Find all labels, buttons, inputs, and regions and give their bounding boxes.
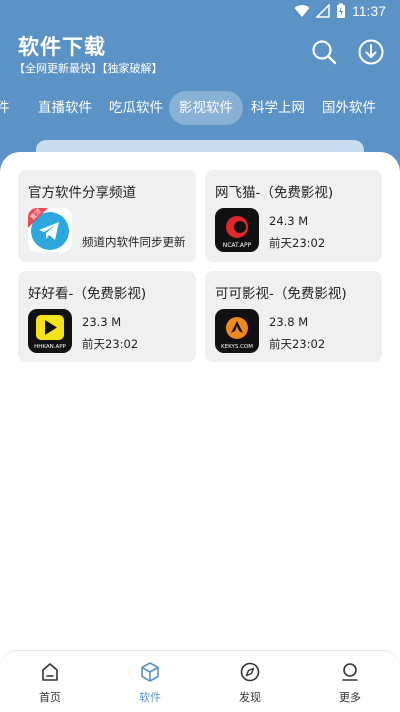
svg-text:KEKYS.COM: KEKYS.COM — [221, 344, 253, 350]
card-channel[interactable]: 官方软件分享频道 置顶 频道内软件同步更新 — [18, 170, 196, 262]
download-button[interactable] — [357, 38, 385, 66]
svg-text:NCAT.APP: NCAT.APP — [223, 242, 252, 249]
signal-icon — [316, 4, 330, 18]
bottom-navigation: 首页 软件 发现 更多 — [0, 650, 400, 712]
home-icon — [42, 663, 58, 681]
search-button[interactable] — [310, 38, 338, 66]
card-app[interactable]: 网飞猫-（免费影视) NCAT.APP 24.3 M 前天23:02 — [205, 170, 382, 262]
tab-video[interactable]: 影视软件 — [169, 91, 243, 125]
ncat-app-icon: NCAT.APP — [215, 208, 259, 252]
card-title: 官方软件分享频道 — [28, 185, 136, 201]
nav-label: 首页 — [39, 691, 61, 704]
cube-icon — [141, 662, 159, 682]
user-icon — [342, 663, 358, 681]
card-app[interactable]: 好好看-（免费影视) HHKAN.APP 23.3 M 前天23:02 — [18, 271, 196, 362]
battery-icon — [337, 3, 345, 18]
app-date: 前天23:02 — [269, 337, 326, 351]
card-title: 可可影视-（免费影视) — [215, 286, 347, 302]
tab-live[interactable]: 直播软件 — [28, 91, 102, 125]
page-title: 软件下载 — [18, 35, 106, 59]
page-subtitle: 【全网更新最快】【独家破解】 — [14, 62, 163, 75]
compass-icon — [240, 662, 260, 682]
search-icon — [312, 40, 337, 65]
nav-software[interactable]: 软件 — [120, 661, 180, 705]
nav-discover[interactable]: 发现 — [220, 661, 280, 705]
tab-vpn[interactable]: 科学上网 — [241, 91, 315, 125]
card-description: 频道内软件同步更新 — [82, 235, 186, 249]
app-date: 前天23:02 — [269, 236, 326, 250]
nav-label: 软件 — [139, 691, 161, 704]
nav-home[interactable]: 首页 — [20, 661, 80, 705]
status-bar: 11:37 — [0, 0, 400, 24]
nav-label: 更多 — [339, 691, 361, 704]
app-date: 前天23:02 — [82, 337, 139, 351]
nav-label: 发现 — [239, 691, 261, 704]
app-size: 23.3 M — [82, 315, 122, 329]
tab-gossip[interactable]: 吃瓜软件 — [99, 91, 173, 125]
status-time: 11:37 — [352, 3, 386, 19]
card-app[interactable]: 可可影视-（免费影视) KEKYS.COM 23.8 M 前天23:02 — [205, 271, 382, 362]
tab-partial[interactable]: 件 — [0, 91, 20, 125]
download-icon — [358, 39, 384, 65]
kekys-app-icon: KEKYS.COM — [215, 309, 259, 353]
card-title: 好好看-（免费影视) — [28, 286, 147, 302]
app-size: 24.3 M — [269, 214, 309, 228]
hhkan-app-icon: HHKAN.APP — [28, 309, 72, 353]
category-tabs: 件 直播软件 吃瓜软件 影视软件 科学上网 国外软件 — [0, 91, 400, 125]
svg-text:HHKAN.APP: HHKAN.APP — [34, 344, 66, 350]
telegram-icon: 置顶 — [28, 208, 72, 252]
nav-more[interactable]: 更多 — [320, 661, 380, 705]
card-title: 网飞猫-（免费影视) — [215, 185, 334, 201]
app-size: 23.8 M — [269, 315, 309, 329]
tab-foreign[interactable]: 国外软件 — [312, 91, 386, 125]
wifi-icon — [294, 5, 310, 18]
